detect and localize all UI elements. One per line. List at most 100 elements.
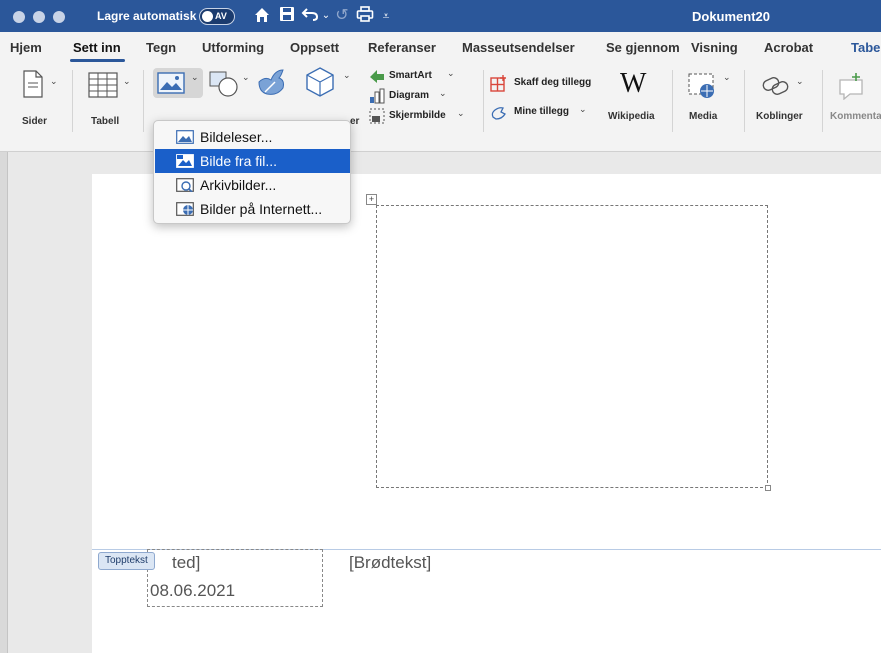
tab-acrobat[interactable]: Acrobat — [764, 40, 813, 55]
chevron-down-icon: ⌄ — [447, 68, 455, 78]
menu-item-arkivbilder[interactable]: Arkivbilder... — [155, 173, 350, 197]
media-button[interactable]: ⌄ Media — [683, 68, 735, 128]
chevron-down-icon: ⌄ — [50, 76, 58, 86]
tab-tabell[interactable]: Tabe — [851, 40, 880, 55]
bird-icon — [258, 69, 284, 95]
tab-utforming[interactable]: Utforming — [202, 40, 264, 55]
autosave-label: Lagre automatisk — [97, 9, 197, 23]
header-text[interactable]: ted] — [172, 553, 200, 573]
skaff-tillegg-label: Skaff deg tillegg — [514, 77, 592, 88]
chevron-down-icon: ⌄ — [579, 104, 587, 114]
tabell-label: Tabell — [91, 116, 120, 127]
menu-item-label: Bilder på Internett... — [200, 201, 323, 217]
autosave-state: AV — [215, 11, 227, 21]
chevron-down-icon: ⌄ — [457, 108, 465, 118]
kommentar-label: Kommenta — [830, 111, 881, 122]
icons-button[interactable] — [255, 66, 295, 100]
sider-button[interactable]: ⌄ Sider — [18, 70, 58, 130]
wikipedia-button[interactable]: W Wikipedia — [606, 68, 664, 128]
skjermbilde-label: Skjermbilde — [389, 110, 446, 121]
minimize-window-button[interactable] — [33, 11, 45, 23]
wikipedia-icon: W — [620, 68, 647, 99]
stock-images-icon — [176, 178, 194, 192]
home-icon[interactable] — [252, 6, 272, 26]
chevron-down-icon: ⌄ — [343, 70, 351, 80]
smartart-button[interactable]: SmartArt ⌄ — [369, 68, 479, 86]
picture-icon — [176, 130, 194, 144]
title-bar: Lagre automatisk AV ⌄ ↺ ⩡ Dokument20 — [0, 0, 881, 32]
chevron-down-icon: ⌄ — [123, 76, 131, 86]
kommentar-button[interactable]: Kommenta — [828, 68, 881, 128]
partial-label: er — [350, 116, 360, 127]
save-icon[interactable] — [277, 6, 297, 26]
resize-handle[interactable] — [765, 485, 771, 491]
mine-tillegg-label: Mine tillegg — [514, 106, 569, 117]
image-placeholder-frame[interactable] — [376, 205, 768, 488]
tab-oppsett[interactable]: Oppsett — [290, 40, 339, 55]
tab-referanser[interactable]: Referanser — [368, 40, 436, 55]
koblinger-button[interactable]: ⌄ Koblinger — [752, 68, 814, 128]
chart-icon — [370, 88, 385, 104]
sider-label: Sider — [22, 116, 48, 127]
chevron-down-icon: ⌄ — [242, 72, 250, 82]
document-canvas[interactable]: + ted] 08.06.2021 Topptekst [Brødtekst] — [0, 152, 881, 653]
online-pictures-icon — [176, 202, 194, 216]
menu-item-label: Arkivbilder... — [200, 177, 277, 193]
skaff-tillegg-button[interactable]: Skaff deg tillegg — [490, 74, 600, 94]
3d-models-button[interactable]: ⌄ — [305, 66, 353, 100]
tab-sett-inn[interactable]: Sett inn — [73, 40, 121, 55]
table-icon — [88, 72, 118, 98]
print-icon[interactable] — [355, 6, 375, 26]
menu-item-bilder-pa-internett[interactable]: Bilder på Internett... — [155, 197, 350, 221]
smartart-label: SmartArt — [389, 70, 432, 81]
chevron-down-icon: ⌄ — [723, 72, 731, 82]
cube-icon — [306, 67, 334, 97]
picture-file-icon — [176, 154, 194, 168]
tab-masseutsendelser[interactable]: Masseutsendelser — [462, 40, 575, 55]
divider — [744, 70, 745, 132]
divider — [72, 70, 73, 132]
menu-item-bildeleser[interactable]: Bildeleser... — [155, 125, 350, 149]
customize-toolbar-icon[interactable]: ⩡ — [376, 6, 396, 26]
divider — [822, 70, 823, 132]
store-icon — [490, 75, 506, 92]
body-text-placeholder[interactable]: [Brødtekst] — [349, 553, 431, 573]
ribbon: ⌄ Sider ⌄ Tabell ⌄ ⌄ ⌄ er SmartArt ⌄ Dia… — [0, 62, 881, 152]
pictures-button[interactable]: ⌄ — [153, 68, 203, 98]
wikipedia-label: Wikipedia — [608, 111, 655, 122]
diagram-button[interactable]: Diagram ⌄ — [369, 88, 479, 106]
addins-icon — [491, 107, 506, 120]
ribbon-tabs: Hjem Sett inn Tegn Utforming Oppsett Ref… — [0, 32, 881, 62]
tab-tegn[interactable]: Tegn — [146, 40, 176, 55]
menu-item-label: Bilde fra fil... — [200, 153, 278, 169]
header-tag: Topptekst — [98, 552, 155, 570]
move-handle-icon[interactable]: + — [366, 194, 377, 205]
document-title: Dokument20 — [692, 9, 771, 24]
chevron-down-icon: ⌄ — [191, 72, 199, 82]
mine-tillegg-button[interactable]: Mine tillegg ⌄ — [490, 102, 600, 122]
screenshot-icon — [369, 108, 385, 124]
vertical-ruler[interactable] — [0, 152, 8, 653]
menu-item-bilde-fra-fil[interactable]: Bilde fra fil... — [155, 149, 350, 173]
toggle-knob — [202, 11, 213, 22]
autosave-toggle[interactable]: AV — [199, 8, 235, 25]
tab-se-gjennom[interactable]: Se gjennom — [606, 40, 680, 55]
header-date[interactable]: 08.06.2021 — [150, 581, 235, 601]
shapes-icon — [209, 71, 238, 97]
redo-icon[interactable]: ↺ — [332, 6, 352, 26]
divider — [143, 70, 144, 132]
pictures-dropdown-menu: Bildeleser... Bilde fra fil... Arkivbild… — [153, 120, 351, 224]
zoom-window-button[interactable] — [53, 11, 65, 23]
link-icon — [762, 77, 789, 95]
comment-icon — [839, 73, 863, 100]
tab-visning[interactable]: Visning — [691, 40, 738, 55]
tabell-button[interactable]: ⌄ Tabell — [85, 70, 135, 130]
document-page[interactable]: + ted] 08.06.2021 Topptekst [Brødtekst] — [92, 174, 881, 653]
close-window-button[interactable] — [13, 11, 25, 23]
shapes-button[interactable]: ⌄ — [206, 68, 251, 98]
tab-hjem[interactable]: Hjem — [10, 40, 42, 55]
page-icon — [23, 70, 43, 98]
skjermbilde-button[interactable]: Skjermbilde ⌄ — [369, 108, 479, 126]
divider — [483, 70, 484, 132]
picture-icon — [157, 72, 185, 94]
